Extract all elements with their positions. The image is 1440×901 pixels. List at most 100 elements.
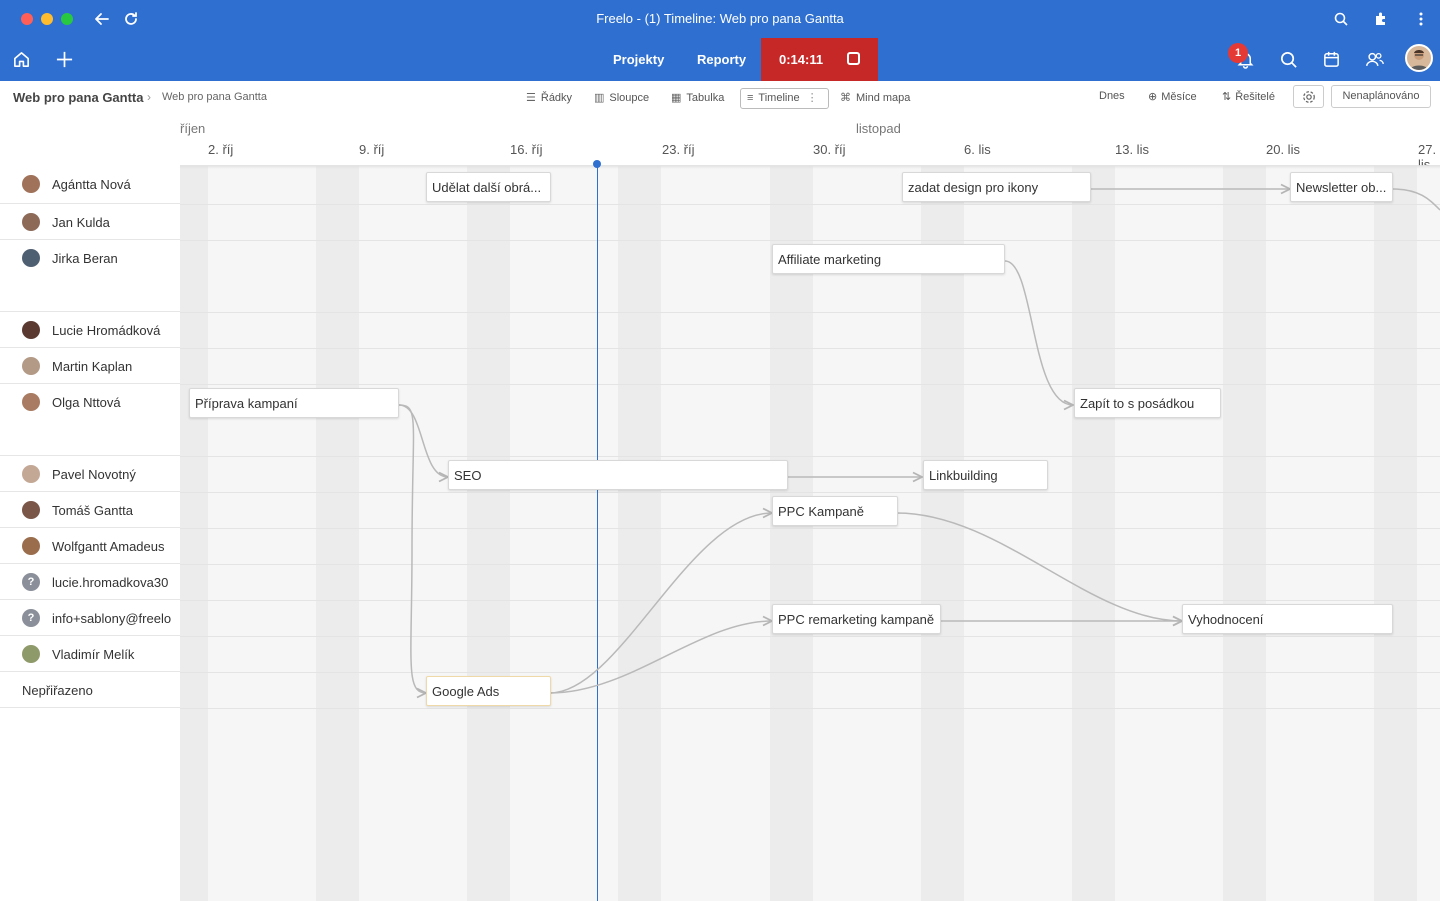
users-icon[interactable] — [1365, 50, 1385, 69]
weekend-column — [316, 166, 359, 901]
nav-projects[interactable]: Projekty — [613, 52, 664, 67]
breadcrumb-current[interactable]: Web pro pana Gantta — [162, 91, 267, 103]
assignee-row[interactable]: Vladimír Melík — [0, 636, 180, 672]
calendar-icon[interactable] — [1322, 50, 1341, 69]
row-divider — [180, 384, 1440, 385]
home-icon[interactable] — [12, 50, 31, 69]
task-bar[interactable]: SEO — [448, 460, 788, 490]
search-icon[interactable] — [1279, 50, 1298, 69]
task-bar[interactable]: Vyhodnocení — [1182, 604, 1393, 634]
zoom-months-button[interactable]: ⊕ Měsíce — [1148, 90, 1197, 103]
date-label: 13. lis — [1115, 142, 1149, 157]
project-toolbar: Web pro pana Gantta › Web pro pana Gantt… — [0, 81, 1440, 113]
nav-reports[interactable]: Reporty — [697, 52, 746, 67]
assignee-row[interactable]: Jan Kulda — [0, 204, 180, 240]
task-bar[interactable]: Newsletter ob... — [1290, 172, 1393, 202]
assignee-row[interactable]: Martin Kaplan — [0, 348, 180, 384]
avatar — [22, 357, 40, 375]
assignee-row[interactable]: Tomáš Gantta — [0, 492, 180, 528]
date-label: 30. říj — [813, 142, 846, 157]
date-label: 23. říj — [662, 142, 695, 157]
weekend-column — [770, 166, 813, 901]
unknown-avatar-icon: ? — [22, 573, 40, 591]
today-button[interactable]: Dnes — [1099, 90, 1125, 102]
view-columns-label: Sloupce — [609, 92, 650, 104]
user-avatar[interactable] — [1405, 44, 1433, 72]
view-mindmap-label: Mind mapa — [856, 92, 911, 104]
month-label-nov: listopad — [856, 121, 901, 136]
task-bar[interactable]: Google Ads — [426, 676, 551, 706]
assignee-name: Wolfgantt Amadeus — [52, 539, 165, 554]
task-bar[interactable]: Affiliate marketing — [772, 244, 1005, 274]
app-navbar: Projekty Reporty 0:14:11 1 — [0, 38, 1440, 81]
row-divider — [180, 708, 1440, 709]
view-timeline[interactable]: ≡ Timeline ⋮ — [747, 91, 818, 104]
avatar — [22, 175, 40, 193]
timeline-grid[interactable] — [180, 166, 1440, 901]
view-rows[interactable]: ☰ Řádky — [526, 91, 572, 104]
row-divider — [180, 204, 1440, 205]
columns-icon: ▥ — [594, 92, 605, 104]
weekend-column — [1223, 166, 1266, 901]
assignee-row[interactable]: Pavel Novotný — [0, 456, 180, 492]
avatar — [22, 465, 40, 483]
breadcrumb-project[interactable]: Web pro pana Gantta — [13, 90, 144, 105]
row-divider — [180, 456, 1440, 457]
zoom-search-icon[interactable] — [1333, 11, 1349, 27]
assignee-row[interactable]: Jirka Beran — [0, 240, 180, 312]
stop-timer-button[interactable] — [847, 52, 860, 65]
time-tracker[interactable]: 0:14:11 — [761, 38, 878, 81]
date-label: 2. říj — [208, 142, 234, 157]
row-divider — [180, 240, 1440, 241]
timer-value: 0:14:11 — [779, 52, 824, 67]
assignee-row[interactable]: ? info+sablony@freelo — [0, 600, 180, 636]
today-line — [597, 166, 598, 901]
unscheduled-button[interactable]: Nenaplánováno — [1331, 85, 1431, 108]
task-bar[interactable]: Příprava kampaní — [189, 388, 399, 418]
assignee-row[interactable]: Olga Nttová — [0, 384, 180, 456]
weekend-column — [180, 166, 208, 901]
assignee-name: Lucie Hromádková — [52, 323, 161, 338]
assignee-name: Martin Kaplan — [52, 359, 133, 374]
date-label: 6. lis — [964, 142, 991, 157]
assignee-name: Olga Nttová — [52, 395, 121, 410]
more-menu-icon[interactable] — [1413, 11, 1429, 27]
assignee-row[interactable]: ? lucie.hromadkova30 — [0, 564, 180, 600]
assignee-row[interactable]: Wolfgantt Amadeus — [0, 528, 180, 564]
task-bar[interactable]: Linkbuilding — [923, 460, 1048, 490]
sort-assignees-button[interactable]: ⇅ Řešitelé — [1222, 90, 1275, 103]
add-icon[interactable] — [55, 50, 74, 69]
row-divider — [180, 348, 1440, 349]
extensions-icon[interactable] — [1373, 11, 1389, 27]
settings-button[interactable] — [1293, 85, 1324, 108]
date-label: 9. říj — [359, 142, 385, 157]
assignee-name: Vladimír Melík — [52, 647, 135, 662]
assignee-row[interactable]: Lucie Hromádková — [0, 312, 180, 348]
assignee-row-unassigned[interactable]: Nepřiřazeno — [0, 672, 180, 708]
table-icon: ▦ — [671, 92, 682, 104]
assignee-row[interactable]: Agántta Nová — [0, 166, 180, 204]
task-bar[interactable]: Zapít to s posádkou — [1074, 388, 1221, 418]
task-bar[interactable]: zadat design pro ikony — [902, 172, 1091, 202]
view-table[interactable]: ▦ Tabulka — [671, 91, 724, 104]
assignee-name: Jirka Beran — [52, 251, 118, 266]
window-title: Freelo - (1) Timeline: Web pro pana Gant… — [596, 11, 844, 26]
avatar — [22, 249, 40, 267]
task-bar[interactable]: Udělat další obrá... — [426, 172, 551, 202]
weekend-column — [921, 166, 964, 901]
view-columns[interactable]: ▥ Sloupce — [594, 91, 649, 104]
today-marker — [593, 160, 601, 168]
row-divider — [180, 528, 1440, 529]
avatar — [22, 213, 40, 231]
view-mindmap[interactable]: ⌘ Mind mapa — [840, 91, 910, 104]
row-divider — [180, 312, 1440, 313]
timeline-options-icon[interactable]: ⋮ — [807, 92, 818, 104]
zoom-label: Měsíce — [1161, 91, 1197, 103]
sort-icon: ⇅ — [1222, 91, 1232, 103]
task-bar[interactable]: PPC Kampaně — [772, 496, 898, 526]
timeline-icon: ≡ — [747, 92, 754, 104]
row-divider — [180, 672, 1440, 673]
weekend-column — [1072, 166, 1115, 901]
row-divider — [180, 600, 1440, 601]
task-bar[interactable]: PPC remarketing kampaně — [772, 604, 941, 634]
